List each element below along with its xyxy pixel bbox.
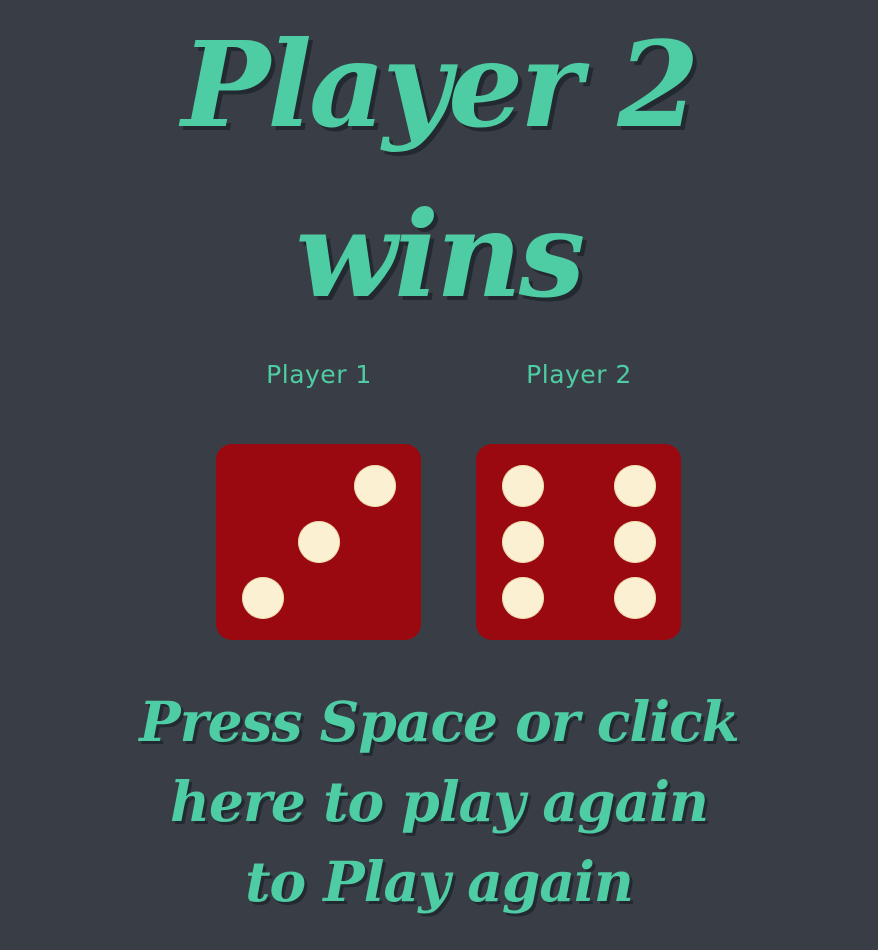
die-pip [354,465,396,507]
die-pip [502,465,544,507]
play-again-button[interactable]: Press Space or click here to play again … [139,682,740,922]
result-title-line-1: Player 2 [181,15,699,154]
result-title: Player 2 wins [0,0,878,340]
die-pip [242,577,284,619]
result-title-line-2: wins [295,185,586,324]
player-1-label: Player 1 [266,360,372,389]
die-pip [502,521,544,563]
game-screen: Player 2 wins Player 1 Player 2 Press Sp… [0,0,878,950]
die-pip [502,577,544,619]
die-pip [614,521,656,563]
die-pip [614,465,656,507]
die-pip [614,577,656,619]
player-2-label: Player 2 [526,360,632,389]
player-2-die [476,444,681,640]
player-1-die [216,444,421,640]
die-pip [298,521,340,563]
